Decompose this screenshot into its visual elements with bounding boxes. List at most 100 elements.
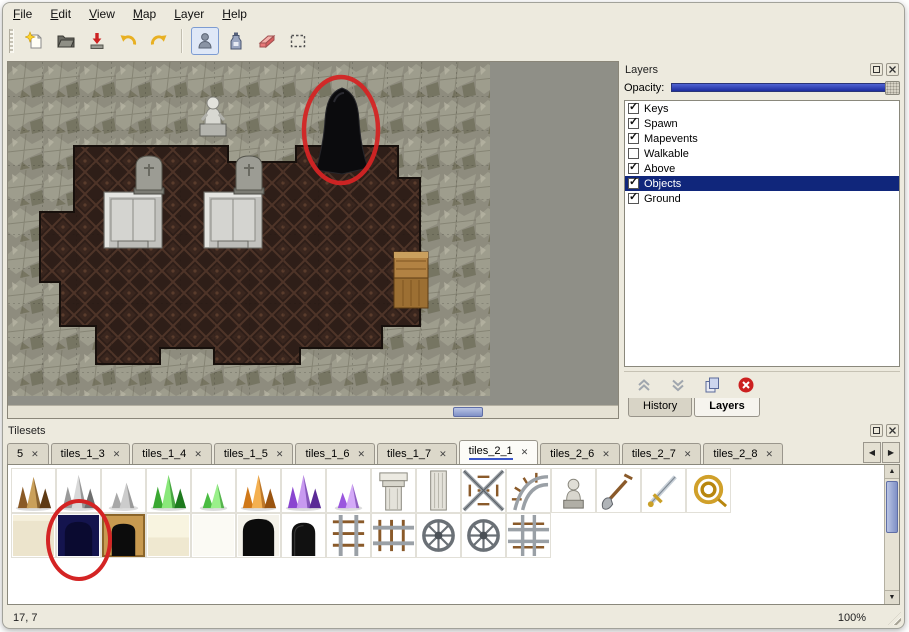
layer-visibility-checkbox[interactable] <box>628 103 639 114</box>
tab-close-icon[interactable]: ✕ <box>439 450 447 459</box>
tile-pillar-segment[interactable] <box>416 468 461 513</box>
tile-arch-shadow[interactable] <box>236 513 281 558</box>
tile-green-crystal-small[interactable] <box>191 468 236 513</box>
tile-pale-floor[interactable] <box>146 513 191 558</box>
tab-close-icon[interactable]: ✕ <box>684 450 692 459</box>
map-canvas-area[interactable] <box>7 61 619 419</box>
entity-tool-button[interactable] <box>191 27 219 55</box>
tab-scroll-left-button[interactable]: ◀ <box>863 442 881 463</box>
layer-row-objects[interactable]: Objects <box>625 176 899 191</box>
layer-visibility-checkbox[interactable] <box>628 178 639 189</box>
menu-help[interactable]: Help <box>222 7 247 21</box>
tileset-tab[interactable]: tiles_1_3✕ <box>51 443 131 464</box>
layer-row-walkable[interactable]: Walkable <box>625 146 899 161</box>
redo-button[interactable] <box>145 27 173 55</box>
tile-orange-crystal[interactable] <box>236 468 281 513</box>
tileset-tab[interactable]: tiles_2_1✕ <box>459 440 539 464</box>
tile-rail-junction[interactable] <box>506 513 551 558</box>
tile-dark-doorway-selected[interactable] <box>56 513 101 558</box>
tileset-view[interactable]: ▲ ▼ <box>7 464 900 605</box>
tileset-tab[interactable]: tiles_1_4✕ <box>132 443 212 464</box>
menu-view[interactable]: View <box>89 7 115 21</box>
tile-shovel[interactable] <box>596 468 641 513</box>
duplicate-layer-button[interactable] <box>702 375 722 395</box>
tab-close-icon[interactable]: ✕ <box>602 450 610 459</box>
layer-row-mapevents[interactable]: Mapevents <box>625 131 899 146</box>
layer-row-ground[interactable]: Ground <box>625 191 899 206</box>
tile-sword[interactable] <box>641 468 686 513</box>
move-layer-down-button[interactable] <box>668 375 688 395</box>
tile-gold-coil[interactable] <box>686 468 731 513</box>
tileset-tab[interactable]: tiles_2_7✕ <box>622 443 702 464</box>
layer-row-above[interactable]: Above <box>625 161 899 176</box>
tile-gray-crystal-small[interactable] <box>101 468 146 513</box>
layer-row-spawn[interactable]: Spawn <box>625 116 899 131</box>
tile-rail-crossing[interactable] <box>461 468 506 513</box>
layer-visibility-checkbox[interactable] <box>628 148 639 159</box>
tab-close-icon[interactable]: ✕ <box>194 450 202 459</box>
tab-close-icon[interactable]: ✕ <box>521 448 529 457</box>
layer-visibility-checkbox[interactable] <box>628 118 639 129</box>
new-file-button[interactable] <box>21 27 49 55</box>
tab-close-icon[interactable]: ✕ <box>113 450 121 459</box>
tab-close-icon[interactable]: ✕ <box>358 450 366 459</box>
move-layer-up-button[interactable] <box>634 375 654 395</box>
tab-close-icon[interactable]: ✕ <box>276 450 284 459</box>
toolbar-grip[interactable] <box>9 29 14 53</box>
tile-purple-crystal[interactable] <box>281 468 326 513</box>
map-horizontal-scrollbar[interactable] <box>8 405 618 418</box>
delete-layer-button[interactable] <box>736 375 756 395</box>
save-button[interactable] <box>83 27 111 55</box>
tile-purple-crystal-small[interactable] <box>326 468 371 513</box>
tile-door-frame[interactable] <box>101 513 146 558</box>
tile-gray-crystal[interactable] <box>56 468 101 513</box>
menu-edit[interactable]: Edit <box>50 7 71 21</box>
tileset-tab[interactable]: tiles_1_6✕ <box>295 443 375 464</box>
map-canvas[interactable] <box>8 62 490 396</box>
layer-visibility-checkbox[interactable] <box>628 163 639 174</box>
tile-arch-opening[interactable] <box>281 513 326 558</box>
tile-brown-crystal[interactable] <box>11 468 56 513</box>
tileset-vscroll-thumb[interactable] <box>886 481 898 533</box>
close-pane-button[interactable] <box>886 63 899 76</box>
tileset-tab[interactable]: tiles_1_7✕ <box>377 443 457 464</box>
tile-green-crystal[interactable] <box>146 468 191 513</box>
tile-rail-curve[interactable] <box>506 468 551 513</box>
tileset-vertical-scrollbar[interactable]: ▲ ▼ <box>884 465 899 604</box>
layer-row-keys[interactable]: Keys <box>625 101 899 116</box>
tab-history[interactable]: History <box>628 398 692 417</box>
tile-cart-wheel[interactable] <box>461 513 506 558</box>
open-button[interactable] <box>52 27 80 55</box>
menu-file[interactable]: File <box>13 7 32 21</box>
undo-button[interactable] <box>114 27 142 55</box>
tile-beige-floor[interactable] <box>11 513 56 558</box>
close-pane-button[interactable] <box>886 424 899 437</box>
tile-statue-bust[interactable] <box>551 468 596 513</box>
eraser-tool-button[interactable] <box>253 27 281 55</box>
tileset-tab[interactable]: 5✕ <box>7 443 49 464</box>
scroll-up-button[interactable]: ▲ <box>885 465 899 479</box>
tile-white-floor[interactable] <box>191 513 236 558</box>
menu-layer[interactable]: Layer <box>174 7 204 21</box>
tile-pillar-capital[interactable] <box>371 468 416 513</box>
tileset-tab[interactable]: tiles_1_5✕ <box>214 443 294 464</box>
opacity-slider[interactable] <box>671 83 900 92</box>
layer-visibility-checkbox[interactable] <box>628 133 639 144</box>
tileset-tab[interactable]: tiles_2_6✕ <box>540 443 620 464</box>
menu-map[interactable]: Map <box>133 7 156 21</box>
tile-rail-vertical[interactable] <box>326 513 371 558</box>
tab-scroll-right-button[interactable]: ▶ <box>882 442 900 463</box>
tileset-tab[interactable]: tiles_2_8✕ <box>703 443 783 464</box>
tab-close-icon[interactable]: ✕ <box>765 450 773 459</box>
tile-rail-horizontal[interactable] <box>371 513 416 558</box>
window-resize-grip[interactable] <box>888 612 901 625</box>
tab-close-icon[interactable]: ✕ <box>31 450 39 459</box>
tile-cart-wheel[interactable] <box>416 513 461 558</box>
fill-tool-button[interactable] <box>222 27 250 55</box>
tab-layers[interactable]: Layers <box>694 398 759 417</box>
float-pane-button[interactable] <box>870 424 883 437</box>
float-pane-button[interactable] <box>870 63 883 76</box>
map-hscroll-thumb[interactable] <box>453 407 483 417</box>
layer-visibility-checkbox[interactable] <box>628 193 639 204</box>
scroll-down-button[interactable]: ▼ <box>885 590 899 604</box>
